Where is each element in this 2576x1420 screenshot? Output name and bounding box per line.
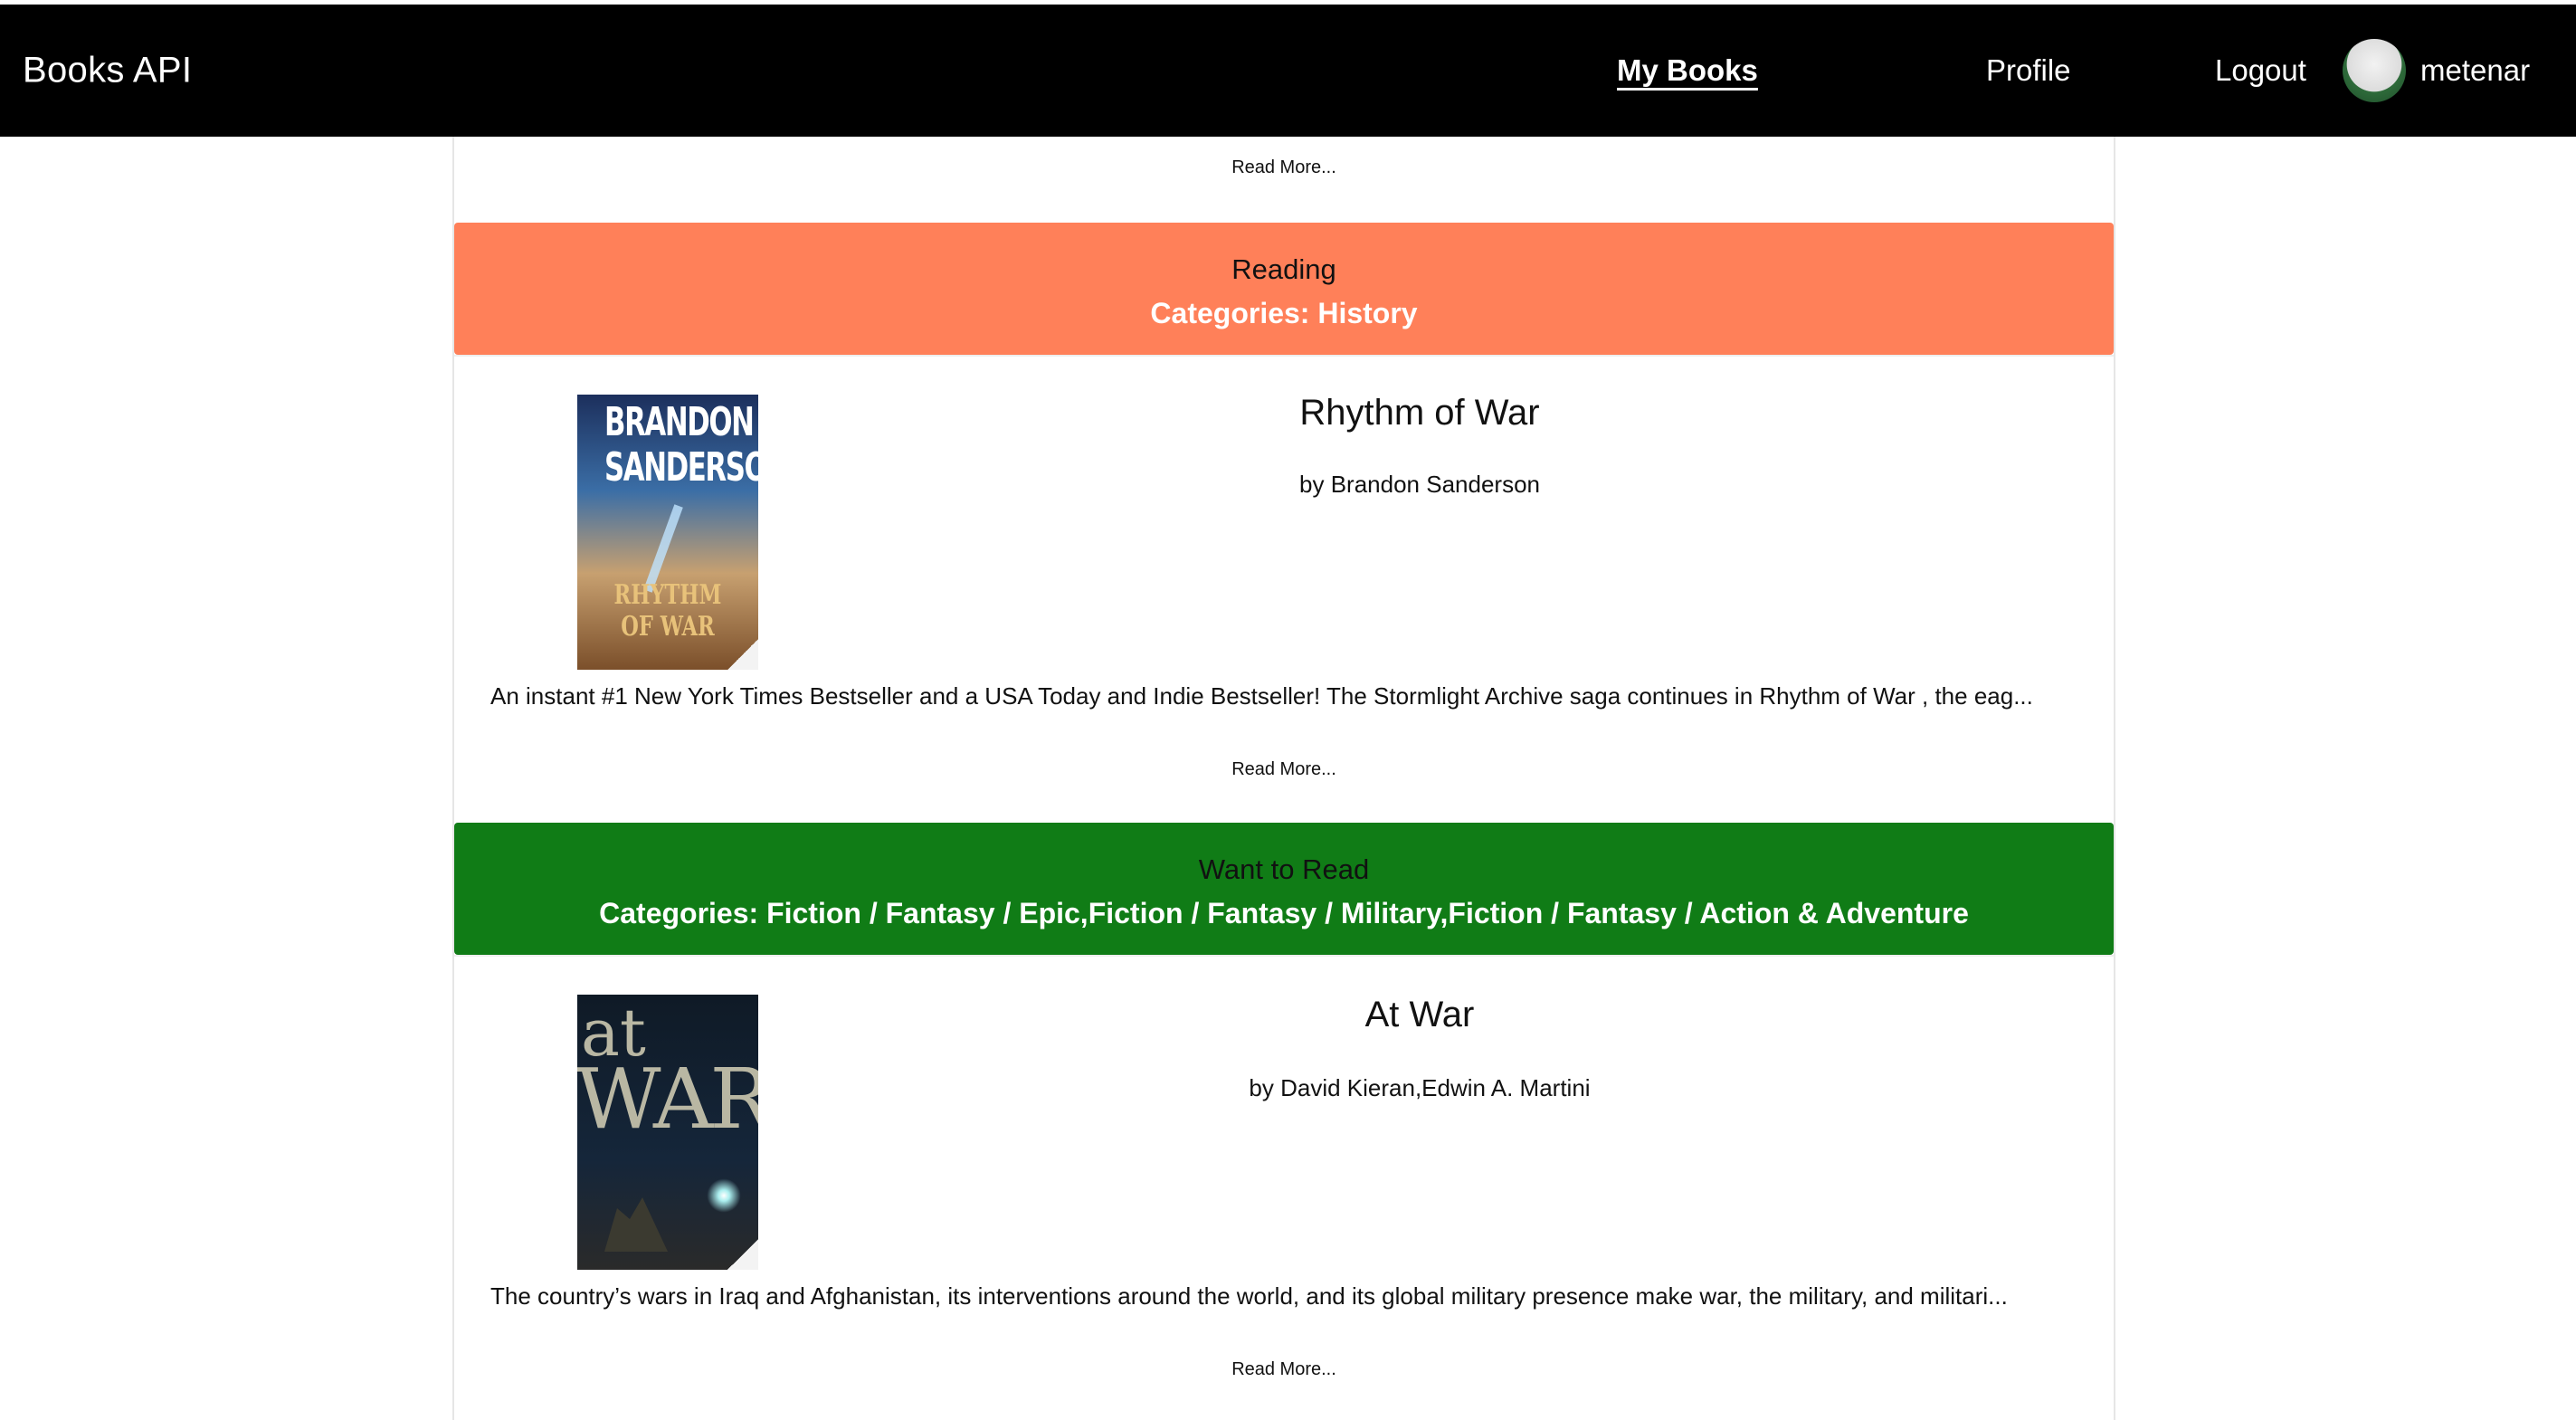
brand-logo[interactable]: Books API	[23, 51, 192, 91]
categories-label: Categories: History	[1150, 297, 1418, 329]
read-more-link[interactable]: Read More...	[454, 157, 2114, 178]
status-bar-reading: Reading Categories: History	[454, 223, 2114, 355]
book-title: Rhythm of War	[1299, 393, 1540, 433]
navbar: Books API My Books Profile Logout metena…	[0, 5, 2576, 137]
status-label: Reading	[1231, 253, 1336, 285]
books-list: Read More... Reading Categories: History…	[452, 137, 2115, 1420]
read-more-link[interactable]: Read More...	[454, 1359, 2114, 1380]
book-cover-image[interactable]: BRANDON SANDERSON RHYTHM OF WAR	[577, 395, 758, 670]
user-avatar[interactable]	[2343, 39, 2406, 102]
cover-firework	[704, 1176, 744, 1215]
nav-logout-link[interactable]: Logout	[2215, 53, 2306, 88]
read-more-link[interactable]: Read More...	[454, 759, 2114, 780]
book-card: at WAR At War by David Kieran,Edwin A. M…	[454, 955, 2114, 1420]
categories-label: Categories: Fiction / Fantasy / Epic,Fic…	[599, 897, 1969, 929]
book-author: by Brandon Sanderson	[1299, 471, 1540, 498]
book-author: by David Kieran,Edwin A. Martini	[1249, 1074, 1591, 1101]
book-title: At War	[1364, 995, 1475, 1034]
book-description: An instant #1 New York Times Bestseller …	[490, 682, 2033, 710]
cover-title-text: RHYTHM OF WAR	[613, 579, 722, 643]
book-cover-image[interactable]: at WAR	[577, 995, 758, 1270]
username[interactable]: metenar	[2420, 53, 2530, 88]
nav-my-books-link[interactable]: My Books	[1617, 53, 1758, 88]
nav-profile-link[interactable]: Profile	[1986, 53, 2071, 88]
book-description: The country’s wars in Iraq and Afghanist…	[490, 1282, 2008, 1310]
book-card: BRANDON SANDERSON RHYTHM OF WAR Rhythm o…	[454, 355, 2114, 825]
status-label: Want to Read	[1198, 853, 1370, 885]
status-bar-want-to-read: Want to Read Categories: Fiction / Fanta…	[454, 823, 2114, 955]
cover-soldiers-silhouette	[604, 1197, 668, 1252]
